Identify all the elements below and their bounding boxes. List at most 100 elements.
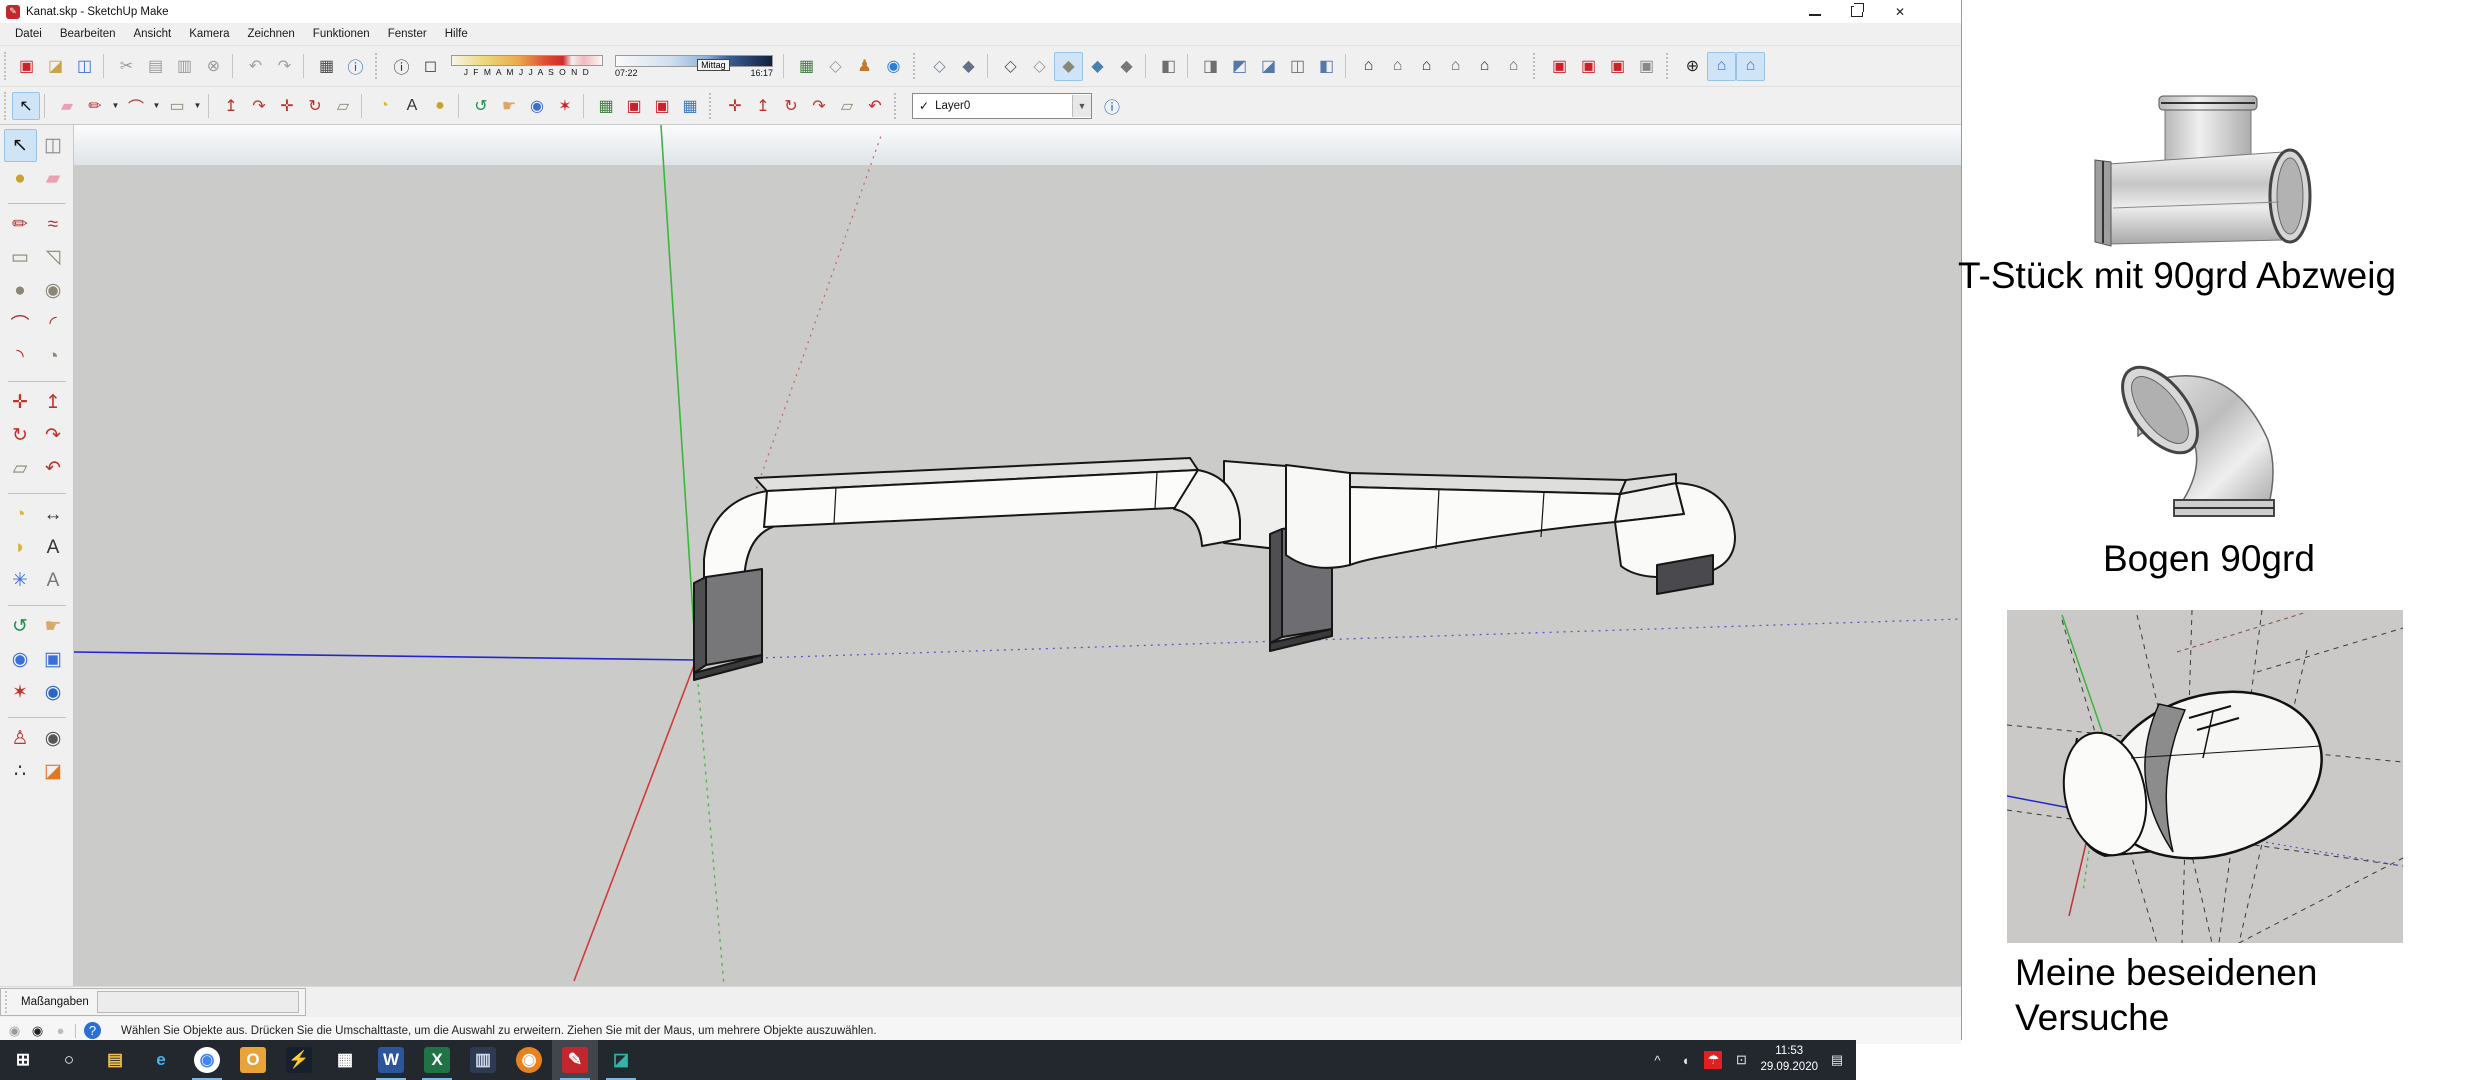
- shadow-info-button[interactable]: ⓘ: [387, 52, 416, 81]
- cortana-button[interactable]: ○: [46, 1040, 92, 1080]
- delete-button[interactable]: ⊗: [199, 52, 228, 81]
- arc-tool[interactable]: ⌒: [4, 307, 37, 340]
- print-button[interactable]: ▦: [312, 52, 341, 81]
- time-gradient-bar[interactable]: [615, 55, 773, 67]
- menu-funktionen[interactable]: Funktionen: [304, 25, 379, 43]
- view-front-button[interactable]: ⌂: [1412, 52, 1441, 81]
- new-file-button[interactable]: ▣: [12, 52, 41, 81]
- video-app-icon[interactable]: ▥: [460, 1040, 506, 1080]
- view-iso-button[interactable]: ⌂: [1354, 52, 1383, 81]
- shadow-month-slider[interactable]: J F M A M J J A S O N D: [451, 55, 603, 77]
- intersect-button[interactable]: ◨: [1196, 52, 1225, 81]
- two-point-arc-tool[interactable]: ◜: [37, 307, 70, 340]
- credits-icon[interactable]: ◉: [29, 1022, 46, 1039]
- share-component-button[interactable]: ▣: [1603, 52, 1632, 81]
- freehand-tool[interactable]: ≈: [37, 208, 70, 241]
- eraser-tool[interactable]: ▰: [53, 92, 81, 120]
- network-display-icon[interactable]: ⊡: [1732, 1051, 1750, 1069]
- zoom-extents-tool[interactable]: ✶: [4, 676, 37, 709]
- menu-hilfe[interactable]: Hilfe: [436, 25, 477, 43]
- follow-me-tool[interactable]: ↷: [805, 92, 833, 120]
- sgp-app-icon[interactable]: ◉: [506, 1040, 552, 1080]
- rotate-tool[interactable]: ↻: [301, 92, 329, 120]
- orbit-tool[interactable]: ↺: [4, 610, 37, 643]
- close-button[interactable]: ✕: [1893, 6, 1907, 18]
- share-component-button[interactable]: ▦: [676, 92, 704, 120]
- split-button[interactable]: ◧: [1312, 52, 1341, 81]
- line-tool[interactable]: ✏: [4, 208, 37, 241]
- follow-me-tool[interactable]: ↷: [37, 419, 70, 452]
- walk-tool[interactable]: ∴: [4, 755, 37, 788]
- shadow-toggle-button[interactable]: ◻: [416, 52, 445, 81]
- xray-style-button[interactable]: ◇: [925, 52, 954, 81]
- push-pull-tool[interactable]: ↥: [37, 386, 70, 419]
- position-camera-tool[interactable]: ♙: [4, 722, 37, 755]
- tray-chevron-up-icon[interactable]: ^: [1648, 1051, 1666, 1069]
- subtract-button[interactable]: ◪: [1254, 52, 1283, 81]
- arc-tool[interactable]: ⌒: [122, 92, 150, 120]
- back-edges-style-button[interactable]: ◆: [954, 52, 983, 81]
- measurements-input[interactable]: [97, 991, 299, 1013]
- sign-in-icon[interactable]: ●: [52, 1022, 69, 1039]
- menu-datei[interactable]: Datei: [6, 25, 51, 43]
- section-plane-tool[interactable]: ◪: [37, 755, 70, 788]
- pan-tool[interactable]: ☛: [37, 610, 70, 643]
- tape-measure-tool[interactable]: ◔: [4, 498, 37, 531]
- zoom-previous-tool[interactable]: ◉: [37, 676, 70, 709]
- outer-shell-button[interactable]: ◧: [1154, 52, 1183, 81]
- layer-dropdown-arrow-icon[interactable]: ▼: [1072, 95, 1091, 117]
- pan-tool[interactable]: ☛: [495, 92, 523, 120]
- three-point-arc-tool[interactable]: ◝: [4, 340, 37, 373]
- push-pull-tool[interactable]: ↥: [749, 92, 777, 120]
- circle-tool[interactable]: ●: [4, 274, 37, 307]
- zoom-extents-tool[interactable]: ✶: [551, 92, 579, 120]
- paint-bucket-tool[interactable]: ●: [426, 92, 454, 120]
- protractor-tool[interactable]: ◗: [4, 531, 37, 564]
- tape-measure-tool[interactable]: ◔: [370, 92, 398, 120]
- trim-button[interactable]: ◫: [1283, 52, 1312, 81]
- notification-center-icon[interactable]: ▤: [1828, 1051, 1846, 1069]
- minimize-button[interactable]: [1809, 8, 1821, 16]
- share-model-button[interactable]: ▣: [648, 92, 676, 120]
- viewport-3d[interactable]: [74, 125, 1961, 986]
- menu-kamera[interactable]: Kamera: [180, 25, 238, 43]
- scale-tool[interactable]: ▱: [833, 92, 861, 120]
- taskbar-clock[interactable]: 11:53 29.09.2020: [1760, 1044, 1818, 1075]
- sketchup-icon[interactable]: ✎: [552, 1040, 598, 1080]
- edit-matched-photo-button[interactable]: ⌂: [1736, 52, 1765, 81]
- move-tool[interactable]: ✛: [273, 92, 301, 120]
- rotate-tool[interactable]: ↻: [777, 92, 805, 120]
- drag-handle-icon[interactable]: [5, 991, 13, 1013]
- wireframe-style-button[interactable]: ◇: [996, 52, 1025, 81]
- word-icon[interactable]: W: [368, 1040, 414, 1080]
- text-tool[interactable]: A: [37, 531, 70, 564]
- excel-icon[interactable]: X: [414, 1040, 460, 1080]
- menu-ansicht[interactable]: Ansicht: [124, 25, 180, 43]
- file-explorer-icon[interactable]: ▤: [92, 1040, 138, 1080]
- text-tool[interactable]: A: [398, 92, 426, 120]
- union-button[interactable]: ◩: [1225, 52, 1254, 81]
- tray-pointer-device-icon[interactable]: ◖: [1676, 1051, 1694, 1069]
- pie-tool[interactable]: ◔: [37, 340, 70, 373]
- paint-bucket-tool[interactable]: ●: [4, 162, 37, 195]
- rotate-tool[interactable]: ↻: [4, 419, 37, 452]
- shaded-style-button[interactable]: ◆: [1054, 52, 1083, 81]
- menu-zeichnen[interactable]: Zeichnen: [238, 25, 303, 43]
- polygon-tool[interactable]: ◉: [37, 274, 70, 307]
- toggle-terrain-button[interactable]: ◇: [821, 52, 850, 81]
- view-left-button[interactable]: ⌂: [1499, 52, 1528, 81]
- offset-tool[interactable]: ↶: [861, 92, 889, 120]
- outlook-icon[interactable]: O: [230, 1040, 276, 1080]
- shadow-time-slider[interactable]: 07:22 16:17 Mittag: [615, 55, 773, 78]
- make-component-tool[interactable]: ◫: [37, 129, 70, 162]
- move-tool[interactable]: ✛: [721, 92, 749, 120]
- add-location-button[interactable]: ▦: [792, 52, 821, 81]
- select-tool[interactable]: ↖: [4, 129, 37, 162]
- restore-button[interactable]: [1851, 6, 1863, 17]
- zoom-tool[interactable]: ◉: [4, 643, 37, 676]
- photo-textures-button[interactable]: ♟: [850, 52, 879, 81]
- internet-explorer-icon[interactable]: e: [138, 1040, 184, 1080]
- get-models-button[interactable]: ▣: [1545, 52, 1574, 81]
- month-gradient-bar[interactable]: [451, 55, 603, 66]
- push-pull-tool[interactable]: ↥: [217, 92, 245, 120]
